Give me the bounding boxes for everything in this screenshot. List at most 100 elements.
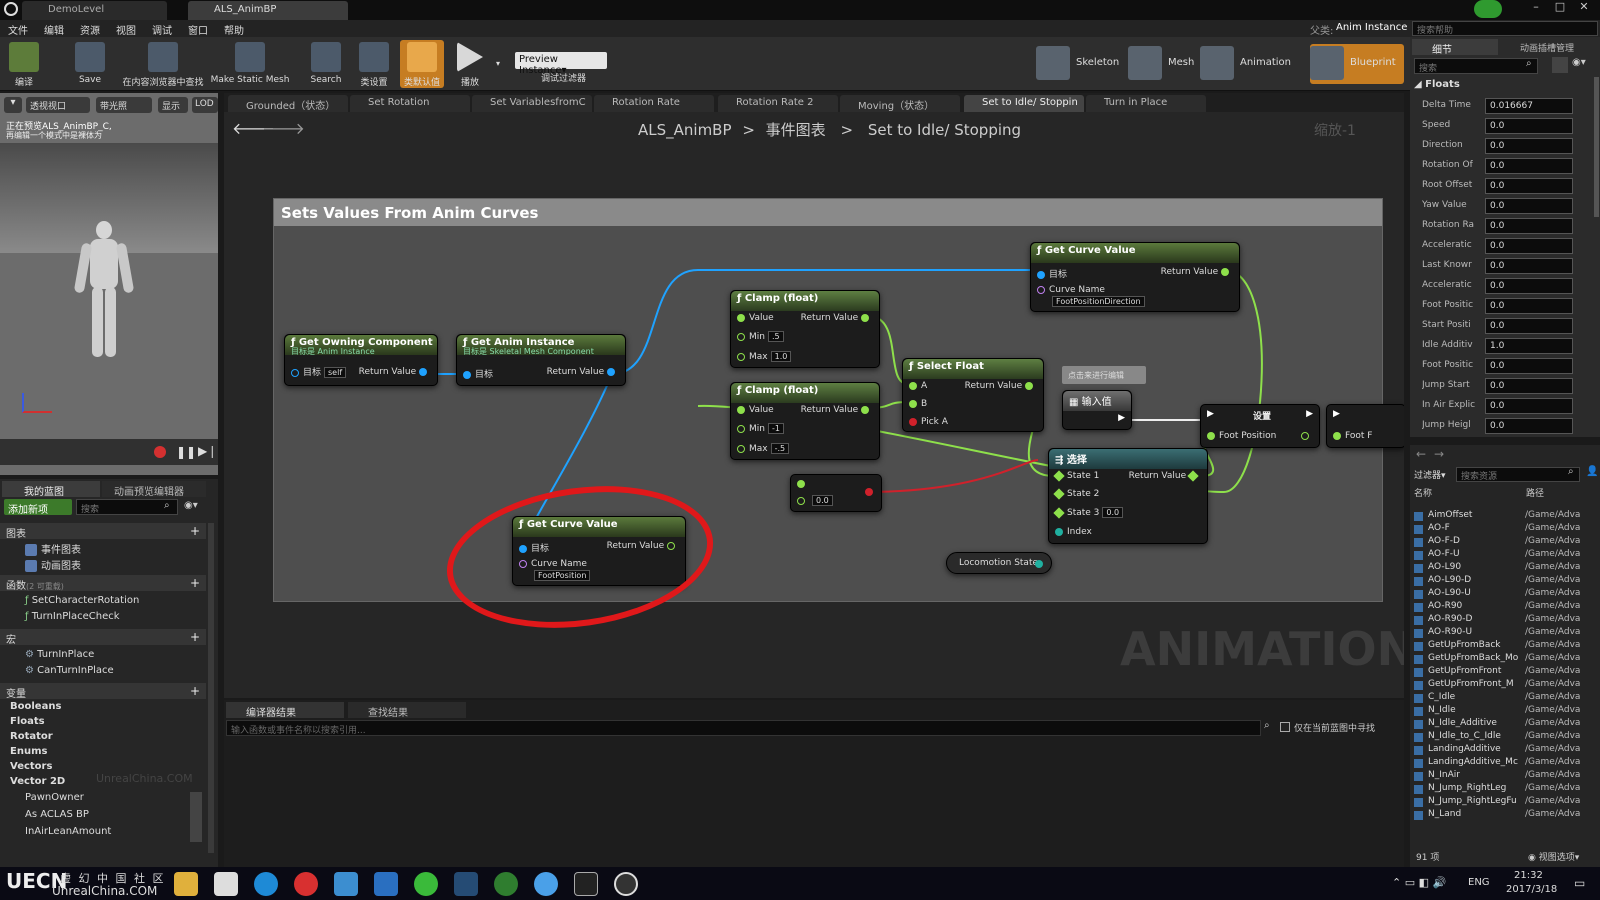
pin-min[interactable]: Min -1 (737, 423, 784, 434)
property-value-input[interactable]: 0.0 (1485, 358, 1573, 374)
taskbar-unreal-icon[interactable] (614, 872, 638, 896)
pin-foot-position[interactable]: Foot Position (1207, 431, 1276, 441)
property-value-input[interactable]: 1.0 (1485, 338, 1573, 354)
var-as-aclas-bp[interactable]: As ACLAS BP (25, 809, 89, 820)
pin-exec-in[interactable]: ▶ (1333, 409, 1340, 419)
node-set-2[interactable]: ▶ Foot F (1326, 404, 1404, 448)
blueprint-graph[interactable]: 🡐 🡒 ALS_AnimBP > 事件图表 > Set to Idle/ Sto… (224, 112, 1404, 698)
taskbar-k-icon[interactable] (254, 872, 278, 896)
self-value[interactable]: self (324, 367, 347, 378)
property-value-input[interactable]: 0.016667 (1485, 98, 1573, 114)
pin-state-1[interactable]: State 1 (1053, 469, 1099, 482)
pin-min[interactable]: Min .5 (737, 331, 784, 342)
details-scrollbar[interactable] (1594, 77, 1599, 217)
pin-state-2[interactable]: State 2 (1053, 487, 1099, 500)
asset-row[interactable]: N_Idle/Game/Adva (1410, 705, 1592, 718)
node-input-value[interactable]: ▦ 输入值 ▶ (1062, 390, 1132, 430)
section-floats[interactable]: ◢ Floats (1414, 79, 1460, 90)
taskbar-epic-icon[interactable] (574, 872, 598, 896)
node-clamp-float-2[interactable]: ƒ Clamp (float) Value Return Value Min -1… (730, 382, 880, 460)
eye-icon[interactable]: ◉▾ (1572, 57, 1586, 68)
find-results-search-input[interactable]: 输入函数或事件名称以搜索引用... (226, 720, 1261, 736)
pin-out[interactable] (865, 487, 877, 497)
pin-return-value[interactable]: Return Value (547, 367, 619, 377)
pin-value[interactable]: Value (737, 313, 774, 323)
step-forward-button[interactable]: ▶❘ (198, 444, 217, 458)
taskbar-netease-icon[interactable] (294, 872, 318, 896)
taskbar-steam-icon[interactable] (454, 872, 478, 896)
property-value-input[interactable]: 0.0 (1485, 378, 1573, 394)
mode-animation[interactable]: Animation (1200, 44, 1300, 84)
close-button[interactable]: ✕ (1573, 0, 1595, 16)
pin-in[interactable] (797, 479, 809, 489)
pin-zero-value[interactable]: 0.0 (797, 495, 833, 506)
graph-event-graph[interactable]: 事件图表 (25, 541, 81, 556)
menu-window[interactable]: 窗口 (188, 22, 208, 37)
graph-anim-graph[interactable]: 动画图表 (25, 557, 81, 572)
play-options-dropdown[interactable]: ▾ (496, 59, 500, 68)
asset-row[interactable]: LandingAdditive_Mc/Game/Adva (1410, 757, 1592, 770)
asset-row[interactable]: AimOffset/Game/Adva (1410, 510, 1592, 523)
pin-target[interactable]: 目标 (463, 367, 493, 380)
asset-row[interactable]: N_Jump_RightLegFu/Game/Adva (1410, 796, 1592, 809)
pin-out[interactable] (1035, 559, 1047, 569)
property-value-input[interactable]: 0.0 (1485, 418, 1573, 434)
add-macro-button[interactable]: + (190, 630, 200, 644)
asset-row[interactable]: N_Jump_RightLeg/Game/Adva (1410, 783, 1592, 796)
var-pawnowner[interactable]: PawnOwner (25, 792, 84, 803)
pin-return-value[interactable]: Return Value (801, 405, 873, 415)
asset-row[interactable]: LandingAdditive/Game/Adva (1410, 744, 1592, 757)
node-get-anim-instance[interactable]: ƒ Get Anim Instance 目标是 Skeletal Mesh Com… (456, 334, 626, 386)
back-arrow-icon[interactable]: ← (1416, 447, 1426, 461)
taskbar-green-icon[interactable] (414, 872, 438, 896)
section-variables[interactable]: 变量 + (0, 683, 206, 700)
curve-name-value[interactable]: FootPositionDirection (1049, 296, 1145, 307)
column-path[interactable]: 路径 (1526, 486, 1544, 499)
add-function-button[interactable]: + (190, 576, 200, 590)
taskbar-globe-icon[interactable] (534, 872, 558, 896)
macro-turninplace[interactable]: ⚙ TurnInPlace (25, 649, 94, 660)
asset-row[interactable]: N_Idle_Additive/Game/Adva (1410, 718, 1592, 731)
tab-set-variables[interactable]: Set VariablesfromC (472, 95, 592, 112)
node-get-curve-value-direction[interactable]: ƒ Get Curve Value 目标 Return Value Curve … (1030, 242, 1240, 312)
property-value-input[interactable]: 0.0 (1485, 118, 1573, 134)
asset-row[interactable]: GetUpFromBack/Game/Adva (1410, 640, 1592, 653)
node-get-owning-component[interactable]: ƒ Get Owning Component 目标是 Anim Instance … (284, 334, 438, 386)
var-category-vectors[interactable]: Vectors (10, 761, 52, 772)
pin-return-value[interactable]: Return Value (1129, 469, 1201, 482)
mode-mesh[interactable]: Mesh (1128, 44, 1198, 84)
section-graphs[interactable]: 图表 + (0, 523, 206, 540)
asset-row[interactable]: AO-R90/Game/Adva (1410, 601, 1592, 614)
menu-help[interactable]: 帮助 (224, 22, 244, 37)
mode-skeleton[interactable]: Skeleton (1036, 44, 1126, 84)
pin-return-value[interactable]: Return Value (801, 313, 873, 323)
notification-icon[interactable]: ▭ (1574, 876, 1585, 890)
asset-row[interactable]: GetUpFromBack_Mo/Game/Adva (1410, 653, 1592, 666)
search-button[interactable]: Search (304, 40, 348, 88)
pin-pick-a[interactable]: Pick A (909, 417, 948, 427)
make-static-mesh-button[interactable]: Make Static Mesh (210, 40, 290, 88)
taskbar-mail-icon[interactable] (374, 872, 398, 896)
save-button[interactable]: Save (68, 40, 112, 88)
menu-view[interactable]: 视图 (116, 22, 136, 37)
pin-foot-f[interactable]: Foot F (1333, 431, 1372, 441)
property-value-input[interactable]: 0.0 (1485, 178, 1573, 194)
mybp-search-input[interactable]: 搜索 (76, 499, 178, 515)
tab-compiler-results[interactable]: 编译器结果 (226, 702, 344, 719)
property-value-input[interactable]: 0.0 (1485, 258, 1573, 274)
eye-icon[interactable]: ◉▾ (184, 500, 198, 511)
asset-row[interactable]: AO-R90-D/Game/Adva (1410, 614, 1592, 627)
asset-row[interactable]: AO-F-U/Game/Adva (1410, 549, 1592, 562)
var-category-floats[interactable]: Floats (10, 716, 45, 727)
pin-max[interactable]: Max -.5 (737, 443, 790, 454)
var-category-rotator[interactable]: Rotator (10, 731, 53, 742)
add-graph-button[interactable]: + (190, 524, 200, 538)
node-set[interactable]: ▶ 设置 ▶ Foot Position (1200, 404, 1320, 448)
node-locomotion-state[interactable]: Locomotion State (946, 552, 1052, 574)
section-macros[interactable]: 宏 + (0, 629, 206, 646)
view-options-button[interactable]: ◉ 视图选项▾ (1528, 850, 1579, 863)
user-icon[interactable]: 👤 (1586, 466, 1598, 477)
node-clamp-float-1[interactable]: ƒ Clamp (float) Value Return Value Min .5… (730, 290, 880, 368)
tab-moving-state[interactable]: Moving（状态） (840, 95, 960, 112)
asset-row[interactable]: AO-F-D/Game/Adva (1410, 536, 1592, 549)
